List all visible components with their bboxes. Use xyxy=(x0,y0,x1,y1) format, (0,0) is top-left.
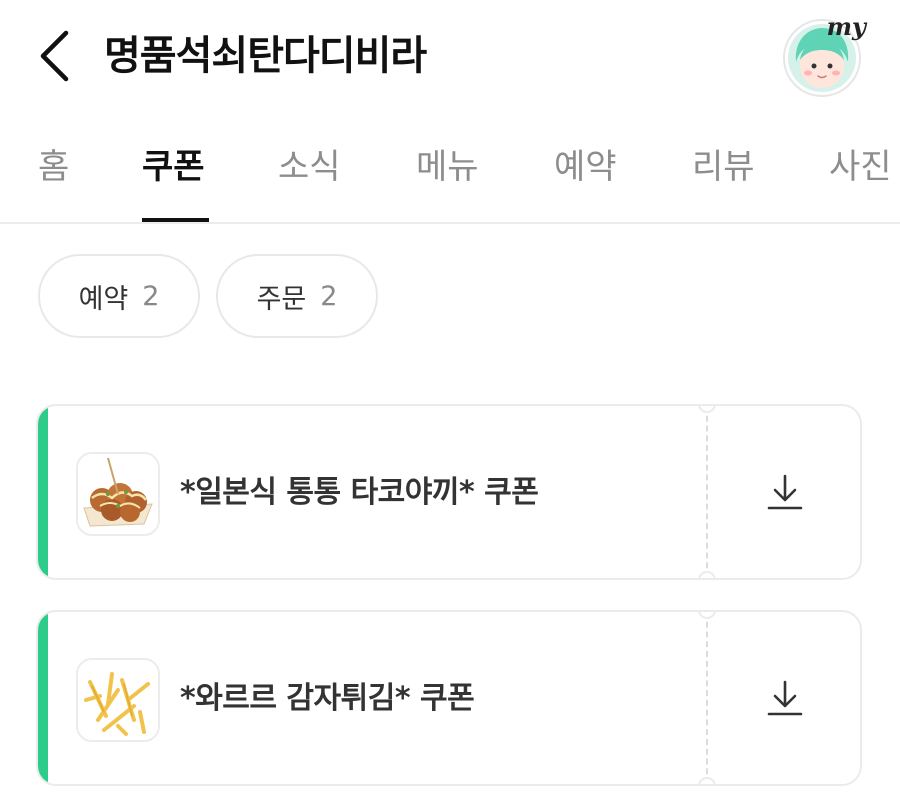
coupon-name: *와르르 감자튀김* 쿠폰 xyxy=(180,681,475,716)
coupon-download-button[interactable] xyxy=(708,406,860,578)
download-icon xyxy=(767,474,803,510)
tab-home[interactable]: 홈 xyxy=(38,142,69,192)
tab-coupon[interactable]: 쿠폰 xyxy=(142,142,205,192)
page-title: 명품석쇠탄다디비라 xyxy=(104,33,427,79)
tab-menu[interactable]: 메뉴 xyxy=(416,142,479,192)
filter-chip-label: 주문 xyxy=(256,283,307,315)
download-icon xyxy=(767,680,803,716)
coupon-accent-bar xyxy=(38,612,48,784)
filter-chip-order[interactable]: 주문 2 xyxy=(216,254,378,338)
back-button[interactable] xyxy=(30,28,78,84)
filter-chip-count: 2 xyxy=(320,280,338,312)
filter-chip-count: 2 xyxy=(142,280,160,312)
coupon-card: *와르르 감자튀김* 쿠폰 xyxy=(36,610,862,786)
coupon-download-button[interactable] xyxy=(708,612,860,784)
tab-review[interactable]: 리뷰 xyxy=(692,142,755,192)
coupon-card: *일본식 통통 타코야끼* 쿠폰 xyxy=(36,404,862,580)
coupon-accent-bar xyxy=(38,406,48,578)
french-fries-image xyxy=(76,658,160,742)
tab-news[interactable]: 소식 xyxy=(278,142,341,192)
filter-chip-label: 예약 xyxy=(78,283,129,315)
chevron-left-icon xyxy=(40,30,69,82)
filter-chip-reservation[interactable]: 예약 2 xyxy=(38,254,200,338)
active-tab-indicator xyxy=(142,218,209,222)
my-profile-button[interactable]: my xyxy=(782,12,866,98)
tab-reservation[interactable]: 예약 xyxy=(554,142,617,192)
coupon-name: *일본식 통통 타코야끼* 쿠폰 xyxy=(180,475,539,510)
tab-bar: 홈 쿠폰 소식 메뉴 예약 리뷰 사진 xyxy=(0,112,900,224)
takoyaki-image xyxy=(76,452,160,536)
my-badge: my xyxy=(826,12,866,41)
app-header: 명품석쇠탄다디비라 my xyxy=(0,0,900,112)
tab-photo[interactable]: 사진 xyxy=(829,142,892,192)
